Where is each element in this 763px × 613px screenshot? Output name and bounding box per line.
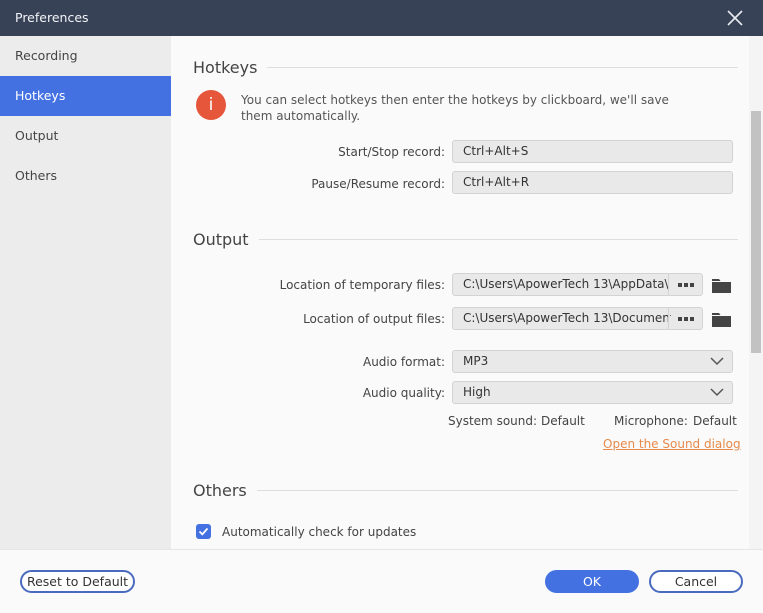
pause-resume-hotkey-input[interactable]: Ctrl+Alt+R (452, 171, 733, 194)
sidebar-item-output[interactable]: Output (0, 116, 171, 156)
sidebar-item-others[interactable]: Others (0, 156, 171, 196)
output-section-heading: Output (193, 230, 738, 249)
sidebar-item-recording[interactable]: Recording (0, 36, 171, 76)
dialog-footer: Reset to Default OK Cancel (0, 549, 763, 613)
audio-format-select[interactable]: MP3 (452, 350, 733, 373)
temp-files-path-value: C:\Users\ApowerTech 13\AppData\ (463, 277, 669, 291)
audio-quality-label: Audio quality: (362, 386, 445, 400)
chevron-down-icon (710, 357, 724, 366)
hotkeys-section-heading: Hotkeys (193, 58, 738, 77)
others-section-heading: Others (193, 481, 738, 500)
hotkeys-heading-text: Hotkeys (193, 58, 258, 77)
close-icon[interactable] (726, 9, 744, 27)
temp-files-path-input[interactable]: C:\Users\ApowerTech 13\AppData\ (452, 273, 703, 296)
start-stop-label: Start/Stop record: (338, 145, 445, 159)
audio-format-value: MP3 (463, 354, 489, 368)
output-files-path-value: C:\Users\ApowerTech 13\Documents (463, 311, 671, 325)
folder-icon[interactable] (712, 278, 731, 293)
pause-resume-label: Pause/Resume record: (311, 177, 445, 191)
open-sound-dialog-link[interactable]: Open the Sound dialog (603, 437, 741, 451)
auto-update-checkbox[interactable] (196, 524, 211, 539)
checkmark-icon (198, 527, 209, 536)
output-heading-text: Output (193, 230, 249, 249)
more-dots-icon (683, 282, 688, 287)
section-divider (267, 67, 738, 68)
ok-button[interactable]: OK (545, 570, 639, 593)
start-stop-hotkey-input[interactable]: Ctrl+Alt+S (452, 140, 733, 163)
audio-quality-value: High (463, 385, 491, 399)
scrollbar-thumb[interactable] (751, 111, 761, 353)
hotkeys-info-text: You can select hotkeys then enter the ho… (241, 93, 669, 123)
temp-files-label: Location of temporary files: (279, 278, 445, 292)
output-files-browse-button[interactable] (668, 308, 702, 329)
more-dots-icon (683, 316, 688, 321)
sidebar-item-hotkeys[interactable]: Hotkeys (0, 76, 171, 116)
audio-format-label: Audio format: (362, 355, 445, 369)
system-sound-label: System sound: (448, 414, 538, 428)
more-dots-icon (677, 282, 682, 287)
more-dots-icon (689, 282, 694, 287)
output-files-path-input[interactable]: C:\Users\ApowerTech 13\Documents (452, 307, 703, 330)
sidebar: Recording Hotkeys Output Others (0, 36, 171, 549)
chevron-down-icon (710, 388, 724, 397)
temp-files-browse-button[interactable] (668, 274, 702, 295)
settings-content: Hotkeys i You can select hotkeys then en… (171, 36, 763, 549)
system-sound-value: Default (541, 414, 585, 428)
cancel-button[interactable]: Cancel (649, 570, 743, 593)
title-bar: Preferences (0, 0, 763, 36)
more-dots-icon (689, 316, 694, 321)
auto-update-label: Automatically check for updates (222, 525, 417, 539)
microphone-label: Microphone: (614, 414, 688, 428)
audio-quality-select[interactable]: High (452, 381, 733, 404)
folder-icon[interactable] (712, 312, 731, 327)
output-files-label: Location of output files: (303, 312, 445, 326)
section-divider (256, 490, 738, 491)
section-divider (258, 239, 738, 240)
more-dots-icon (677, 316, 682, 321)
others-heading-text: Others (193, 481, 247, 500)
info-icon: i (196, 90, 226, 120)
reset-to-default-button[interactable]: Reset to Default (20, 570, 135, 593)
microphone-value: Default (693, 414, 737, 428)
window-title: Preferences (15, 10, 89, 25)
